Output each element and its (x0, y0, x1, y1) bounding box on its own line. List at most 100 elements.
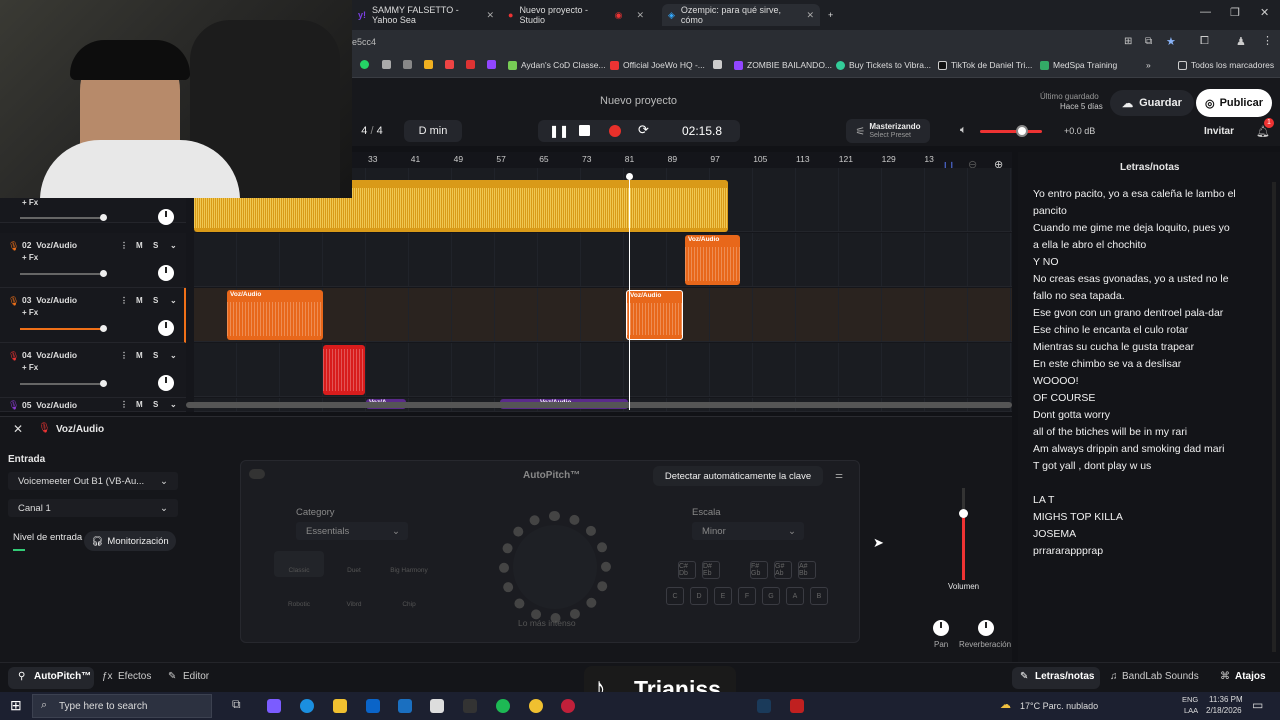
volume-fader[interactable] (959, 488, 968, 580)
publish-button[interactable]: ◎ Publicar (1196, 89, 1272, 117)
voicemeeter-icon[interactable] (790, 699, 804, 713)
bookmark-zombie[interactable]: ZOMBIE BAILANDO... (734, 60, 832, 70)
bookmark-tiktok[interactable]: TikTok de Daniel Tri... (938, 60, 1032, 70)
tab-lyrics-label[interactable]: Letras/notas (1035, 671, 1094, 682)
lyrics-scrollbar[interactable] (1272, 182, 1276, 652)
bookmark-whatsapp-icon[interactable] (360, 60, 369, 69)
bookmark-grid-icon[interactable] (403, 60, 412, 69)
slider-handle[interactable] (100, 214, 107, 221)
clock-time[interactable]: 11:36 PM (1209, 695, 1243, 704)
track-lane-3[interactable]: Voz/Audio Voz/Audio (194, 288, 1012, 342)
track-header-2[interactable]: 🎙︎ 02 Voz/Audio ⋮ M S ⌄ + Fx (0, 233, 186, 288)
key-button[interactable]: G (762, 587, 780, 605)
profile-icon[interactable]: ♟ (1236, 35, 1246, 48)
solo-button[interactable]: S (153, 296, 158, 305)
task-view-icon[interactable]: ⧉ (232, 697, 241, 712)
mute-button[interactable]: M (136, 400, 143, 409)
loop-icon[interactable]: ⟳ (638, 122, 649, 138)
volume-fader-handle[interactable] (959, 509, 968, 518)
pause-icon[interactable]: ❚❚ (549, 124, 569, 138)
key-button[interactable]: F (738, 587, 756, 605)
key-button[interactable]: D (690, 587, 708, 605)
scale-select[interactable]: Minor ⌄ (692, 522, 804, 540)
tab-studio[interactable]: ● Nuevo proyecto - Studio ◉ ✕ (502, 4, 650, 26)
slider-handle[interactable] (100, 380, 107, 387)
playhead[interactable] (629, 176, 630, 410)
preset-robotic[interactable]: Robotic (274, 585, 324, 611)
extensions-icon[interactable]: ⧠ (1200, 35, 1209, 48)
track-lane-4[interactable] (194, 343, 1012, 397)
preset-big-harmony[interactable]: Big Harmony (384, 551, 434, 577)
track-volume-slider[interactable] (20, 325, 107, 332)
preset-duet[interactable]: Duet (329, 551, 379, 577)
stop-icon[interactable] (579, 125, 590, 136)
track-menu-icon[interactable]: ⋮ (120, 400, 128, 409)
close-icon[interactable]: ✕ (806, 10, 814, 21)
solo-button[interactable]: S (153, 351, 158, 360)
tab-bandlab-sounds[interactable]: BandLab Sounds (1122, 671, 1199, 682)
track-header-5[interactable]: 🎙︎ 05 Voz/Audio ⋮ M S ⌄ (0, 398, 186, 412)
timeline-ruler[interactable]: 33 41 49 57 65 73 81 89 97 105 113 121 129 13 (352, 152, 1012, 168)
windows-start-icon[interactable]: ⊞ (10, 697, 22, 714)
maximize-icon[interactable]: ❐ (1230, 6, 1240, 19)
close-icon[interactable]: ✕ (636, 10, 644, 21)
detect-key-button[interactable]: Detectar automáticamente la clave (653, 466, 823, 486)
chevron-down-icon[interactable]: ⌄ (170, 241, 177, 250)
lyrics-text[interactable]: Yo entro pacito, yo a esa caleña le lamb… (1033, 186, 1273, 560)
outlook-icon[interactable] (366, 699, 380, 713)
opera-icon[interactable] (561, 699, 575, 713)
solo-button[interactable]: S (153, 241, 158, 250)
bookmark-red-icon[interactable] (466, 60, 475, 69)
invite-button[interactable]: Invitar (1204, 126, 1234, 137)
preset-vibrd[interactable]: Vibrd (329, 585, 379, 611)
slider-handle[interactable] (100, 325, 107, 332)
bookmark-pin-icon[interactable] (713, 60, 722, 69)
autopitch-toggle[interactable] (249, 469, 265, 479)
chevron-down-icon[interactable]: ⌄ (170, 351, 177, 360)
bookmark-gmail-icon[interactable] (445, 60, 454, 69)
pan-knob[interactable] (158, 375, 174, 391)
add-fx-button[interactable]: + Fx (22, 253, 38, 262)
chevron-down-icon[interactable]: ⌄ (170, 296, 177, 305)
weather-text[interactable]: 17°C Parc. nublado (1020, 701, 1098, 711)
time-signature[interactable]: 4 / 4 (352, 120, 392, 142)
master-volume-slider[interactable] (980, 125, 1042, 137)
key-button[interactable]: G# Ab (774, 561, 792, 579)
add-fx-button[interactable]: + Fx (22, 363, 38, 372)
preset-chip[interactable]: Chip (384, 585, 434, 611)
intensity-knob[interactable] (513, 525, 597, 609)
audio-clip[interactable] (323, 345, 365, 395)
monitoring-button[interactable]: 🎧︎ Monitorización (84, 531, 176, 551)
preset-classic[interactable]: Classic (274, 551, 324, 577)
reverb-knob[interactable] (978, 620, 994, 636)
bookmark-yellow-icon[interactable] (424, 60, 433, 69)
input-device-select[interactable]: Voicemeeter Out B1 (VB-Au... ⌄ (8, 472, 178, 490)
mute-button[interactable]: M (136, 241, 143, 250)
track-volume-slider[interactable] (20, 214, 107, 221)
slider-handle[interactable] (100, 270, 107, 277)
steam-icon[interactable] (757, 699, 771, 713)
pan-knob[interactable] (158, 265, 174, 281)
tab-yahoo[interactable]: y! SAMMY FALSETTO - Yahoo Sea ✕ (352, 4, 500, 26)
bookmarks-folder[interactable]: Todos los marcadores (1178, 60, 1274, 70)
save-button[interactable]: ☁ Guardar (1110, 90, 1194, 116)
pan-knob[interactable] (158, 320, 174, 336)
track-menu-icon[interactable]: ⋮ (120, 296, 128, 305)
file-explorer-icon[interactable] (333, 699, 347, 713)
key-button[interactable]: C (666, 587, 684, 605)
translate-icon[interactable]: ⊞ (1124, 36, 1132, 47)
settings-sliders-icon[interactable]: ⚌ (835, 470, 843, 481)
track-menu-icon[interactable]: ⋮ (120, 241, 128, 250)
key-button[interactable]: C# Db (678, 561, 696, 579)
audio-clip-selected[interactable]: Voz/Audio (626, 290, 683, 340)
volume-handle[interactable] (1016, 125, 1028, 137)
add-fx-button[interactable]: + Fx (22, 308, 38, 317)
app-icon[interactable] (463, 699, 477, 713)
tab-ozempic[interactable]: ◈ Ozempic: para qué sirve, cómo ✕ (662, 4, 820, 26)
bookmark-medspa[interactable]: MedSpa Training (1040, 60, 1117, 70)
key-button[interactable]: A (786, 587, 804, 605)
chevron-down-icon[interactable]: ⌄ (170, 400, 177, 409)
key-button[interactable]: D# Eb (702, 561, 720, 579)
pan-knob[interactable] (158, 209, 174, 225)
audio-clip[interactable]: Voz/Audio (227, 290, 323, 340)
